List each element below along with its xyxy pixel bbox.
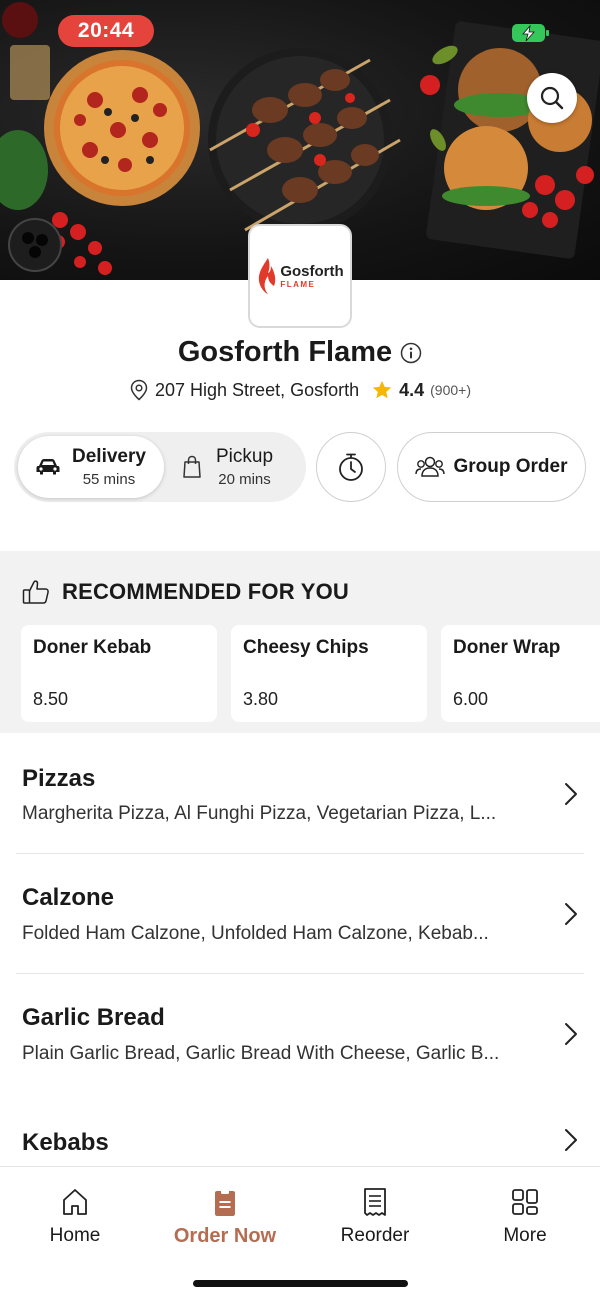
chevron-right-icon [565, 903, 577, 925]
rating-value: 4.4 [399, 379, 425, 400]
car-icon [36, 459, 60, 475]
chevron-right-icon [565, 783, 577, 805]
category-items: Plain Garlic Bread, Garlic Bread With Ch… [22, 1043, 500, 1064]
info-icon[interactable] [400, 342, 422, 364]
order-mode-toggle: Delivery 55 mins Pickup 20 mins [14, 432, 306, 502]
nav-more-label: More [503, 1225, 547, 1246]
recommended-item-price: 3.80 [243, 689, 279, 709]
nav-reorder[interactable]: Reorder [300, 1187, 450, 1247]
delivery-option[interactable]: Delivery 55 mins [18, 436, 164, 498]
location-pin-icon [130, 379, 148, 401]
nav-reorder-label: Reorder [340, 1225, 410, 1246]
recommended-item-price: 6.00 [453, 689, 489, 709]
home-indicator[interactable] [193, 1280, 408, 1287]
recommended-title: RECOMMENDED FOR YOU [62, 579, 349, 604]
recommended-item-name: Doner Wrap [453, 637, 561, 658]
recommended-item-name: Cheesy Chips [243, 637, 369, 658]
nav-order-now-label: Order Now [173, 1225, 277, 1247]
category-name: Kebabs [22, 1129, 109, 1156]
receipt-icon [364, 1188, 386, 1216]
recommended-card[interactable]: Cheesy Chips 3.80 [231, 625, 427, 722]
search-icon [540, 86, 564, 110]
category-items: Margherita Pizza, Al Funghi Pizza, Veget… [22, 803, 497, 824]
group-order-button[interactable]: Group Order [397, 432, 586, 502]
pickup-label: Pickup [216, 446, 274, 467]
address-row: 207 High Street, Gosforth 4.4 (900+) [0, 379, 600, 401]
recommended-item-name: Doner Kebab [33, 637, 152, 658]
rating-count: (900+) [430, 382, 471, 398]
home-icon [63, 1189, 87, 1215]
delivery-time: 55 mins [82, 471, 136, 488]
logo-subtitle: FLAME [280, 279, 316, 289]
nav-home[interactable]: Home [0, 1187, 150, 1247]
category-name: Calzone [22, 884, 115, 911]
pickup-option[interactable]: Pickup 20 mins [182, 436, 302, 498]
flame-logo-icon [259, 258, 276, 294]
stopwatch-icon [339, 453, 363, 481]
category-row-garlic-bread[interactable]: Garlic Bread Plain Garlic Bread, Garlic … [0, 973, 600, 1093]
nav-order-now[interactable]: Order Now [150, 1187, 300, 1248]
shopping-bag-icon [183, 455, 201, 478]
recommended-section: RECOMMENDED FOR YOU Doner Kebab 8.50 Che… [0, 551, 600, 733]
restaurant-name: Gosforth Flame [177, 336, 393, 368]
order-clipboard-icon [215, 1188, 235, 1216]
restaurant-title-row: Gosforth Flame [0, 336, 600, 369]
schedule-timer-button[interactable] [316, 432, 386, 502]
nav-home-label: Home [49, 1225, 101, 1246]
thumbs-up-icon [22, 580, 49, 604]
chevron-right-icon [565, 1129, 577, 1151]
delivery-label: Delivery [72, 446, 146, 467]
logo-name: Gosforth [280, 262, 344, 280]
restaurant-address: 207 High Street, Gosforth [155, 379, 360, 400]
recommended-card[interactable]: Doner Wrap 6.00 [441, 625, 600, 722]
bottom-navigation: Home Order Now Reorder More [0, 1166, 600, 1298]
chevron-right-icon [565, 1023, 577, 1045]
recommended-card[interactable]: Doner Kebab 8.50 [21, 625, 217, 722]
group-people-icon [415, 456, 446, 477]
nav-more[interactable]: More [450, 1187, 600, 1247]
recommended-item-price: 8.50 [33, 689, 69, 709]
star-icon [372, 380, 392, 399]
recommended-header: RECOMMENDED FOR YOU [22, 579, 349, 605]
category-row-pizzas[interactable]: Pizzas Margherita Pizza, Al Funghi Pizza… [0, 733, 600, 853]
restaurant-logo: Gosforth FLAME [248, 224, 352, 328]
category-row-calzone[interactable]: Calzone Folded Ham Calzone, Unfolded Ham… [0, 853, 600, 973]
category-row-kebabs[interactable]: Kebabs [0, 1098, 600, 1166]
group-order-label: Group Order [453, 456, 568, 477]
category-name: Pizzas [22, 765, 96, 792]
pickup-time: 20 mins [218, 471, 271, 488]
grid-menu-icon [512, 1189, 538, 1215]
search-button[interactable] [527, 73, 577, 123]
status-time: 20:44 [58, 15, 154, 47]
battery-charging-icon [511, 22, 551, 44]
category-name: Garlic Bread [22, 1004, 165, 1031]
category-items: Folded Ham Calzone, Unfolded Ham Calzone… [22, 923, 489, 944]
